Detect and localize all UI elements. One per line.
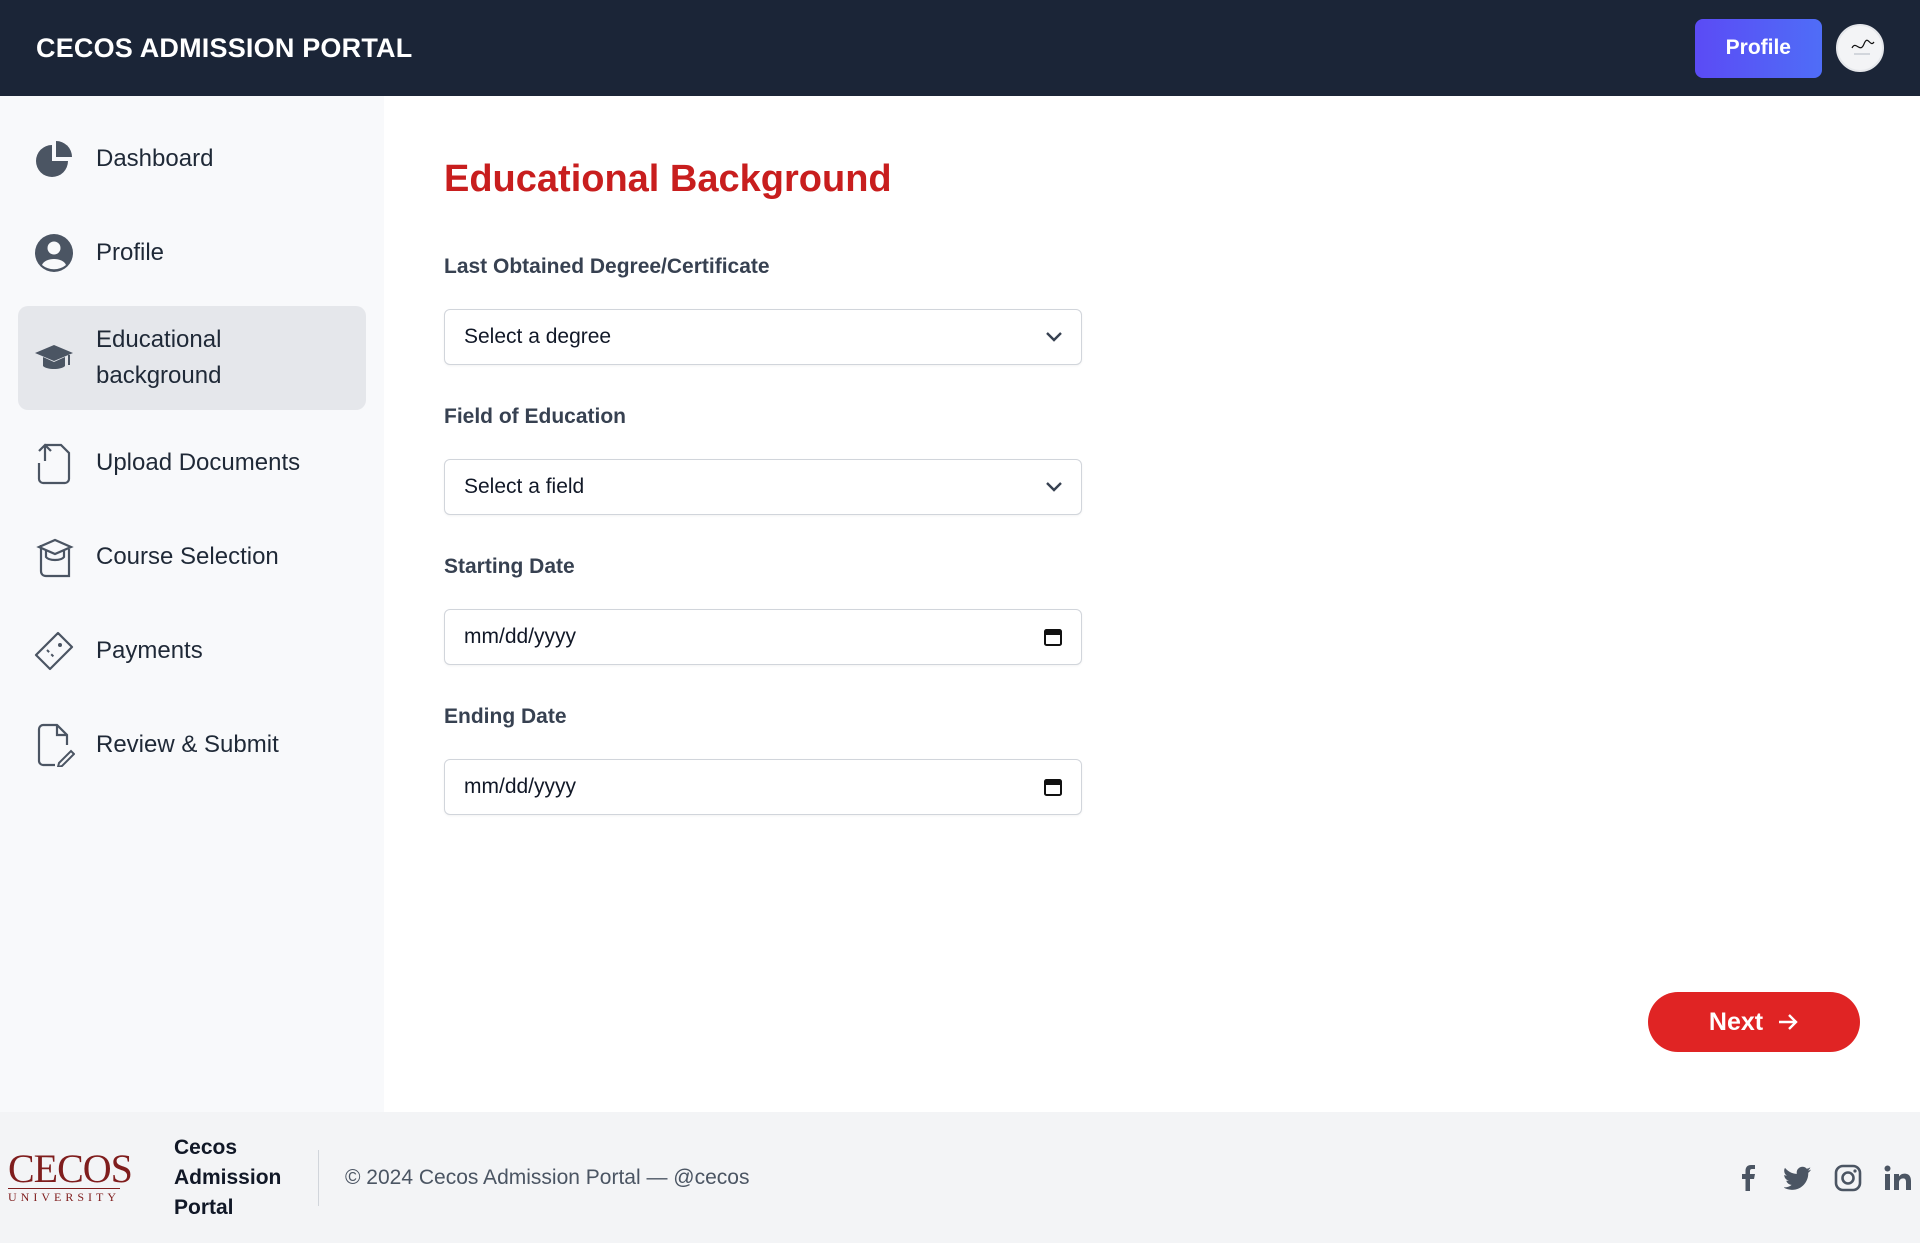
footer-portal-name: Cecos Admission Portal — [174, 1135, 282, 1219]
cecos-logo: CECOS UNIVERSITY — [8, 1146, 138, 1205]
top-bar: CECOS ADMISSION PORTAL Profile — [0, 0, 1920, 96]
starting-date-value: mm/dd/yyyy — [464, 625, 577, 648]
logo-sub-text: UNIVERSITY — [8, 1188, 120, 1204]
degree-label: Last Obtained Degree/Certificate — [444, 255, 770, 278]
footer-divider — [318, 1149, 319, 1206]
sidebar-item-payments[interactable]: Payments — [18, 610, 366, 692]
sidebar-item-dashboard[interactable]: Dashboard — [18, 118, 366, 200]
instagram-icon[interactable] — [1834, 1164, 1862, 1192]
upload-document-icon — [32, 441, 76, 485]
pie-chart-icon — [32, 137, 76, 181]
facebook-icon[interactable] — [1734, 1164, 1762, 1192]
ending-date-value: mm/dd/yyyy — [464, 775, 577, 798]
graduation-cap-icon — [32, 336, 76, 380]
linkedin-icon[interactable] — [1884, 1164, 1912, 1192]
sidebar-item-label: Educational background — [96, 326, 222, 389]
sidebar-item-review-submit[interactable]: Review & Submit — [18, 704, 366, 786]
next-button[interactable]: Next — [1648, 992, 1860, 1052]
next-button-label: Next — [1708, 1007, 1764, 1036]
chevron-down-icon — [1046, 332, 1062, 342]
ending-date-label: Ending Date — [444, 705, 567, 728]
starting-date-field: Starting Date mm/dd/yyyy — [444, 555, 1920, 665]
ticket-icon — [32, 629, 76, 673]
field-of-education-label: Field of Education — [444, 405, 626, 428]
sidebar-item-label: Upload Documents — [96, 449, 301, 476]
social-links — [1734, 1164, 1912, 1192]
field-of-education-select[interactable]: Select a field — [444, 459, 1082, 515]
signature-avatar-icon — [1851, 39, 1875, 55]
twitter-icon[interactable] — [1784, 1164, 1812, 1192]
degree-select[interactable]: Select a degree — [444, 309, 1082, 365]
sidebar-item-label: Payments — [96, 637, 203, 664]
brand-title: CECOS ADMISSION PORTAL — [36, 32, 413, 63]
user-circle-icon — [32, 231, 76, 275]
avatar[interactable] — [1836, 24, 1884, 72]
degree-field: Last Obtained Degree/Certificate Select … — [444, 255, 1920, 365]
course-cap-icon — [32, 535, 76, 579]
page-title: Educational Background — [444, 158, 892, 200]
document-edit-icon — [32, 723, 76, 767]
calendar-icon[interactable] — [1043, 777, 1063, 797]
ending-date-input[interactable]: mm/dd/yyyy — [444, 759, 1082, 815]
ending-date-field: Ending Date mm/dd/yyyy — [444, 705, 1920, 815]
sidebar-item-label: Dashboard — [96, 145, 214, 172]
profile-button[interactable]: Profile — [1694, 18, 1822, 78]
sidebar-item-label: Course Selection — [96, 543, 279, 570]
starting-date-input[interactable]: mm/dd/yyyy — [444, 609, 1082, 665]
sidebar: Dashboard Profile Educational background — [0, 96, 384, 1112]
calendar-icon[interactable] — [1043, 627, 1063, 647]
arrow-right-icon — [1779, 1014, 1798, 1030]
footer-copyright: © 2024 Cecos Admission Portal — @cecos — [345, 1165, 750, 1189]
chevron-down-icon — [1046, 482, 1062, 492]
main-content: Educational Background Last Obtained Deg… — [384, 96, 1920, 1112]
field-of-education-field: Field of Education Select a field — [444, 405, 1920, 515]
sidebar-item-upload-documents[interactable]: Upload Documents — [18, 422, 366, 504]
sidebar-item-educational-background[interactable]: Educational background — [18, 306, 366, 410]
logo-main-text: CECOS — [8, 1146, 133, 1191]
topbar-actions: Profile — [1694, 18, 1884, 78]
degree-select-value: Select a degree — [464, 325, 612, 348]
sidebar-item-course-selection[interactable]: Course Selection — [18, 516, 366, 598]
footer: CECOS UNIVERSITY Cecos Admission Portal … — [0, 1112, 1920, 1243]
sidebar-item-label: Review & Submit — [96, 731, 279, 758]
sidebar-item-profile[interactable]: Profile — [18, 212, 366, 294]
field-select-value: Select a field — [464, 475, 585, 498]
starting-date-label: Starting Date — [444, 555, 575, 578]
sidebar-item-label: Profile — [96, 239, 165, 266]
